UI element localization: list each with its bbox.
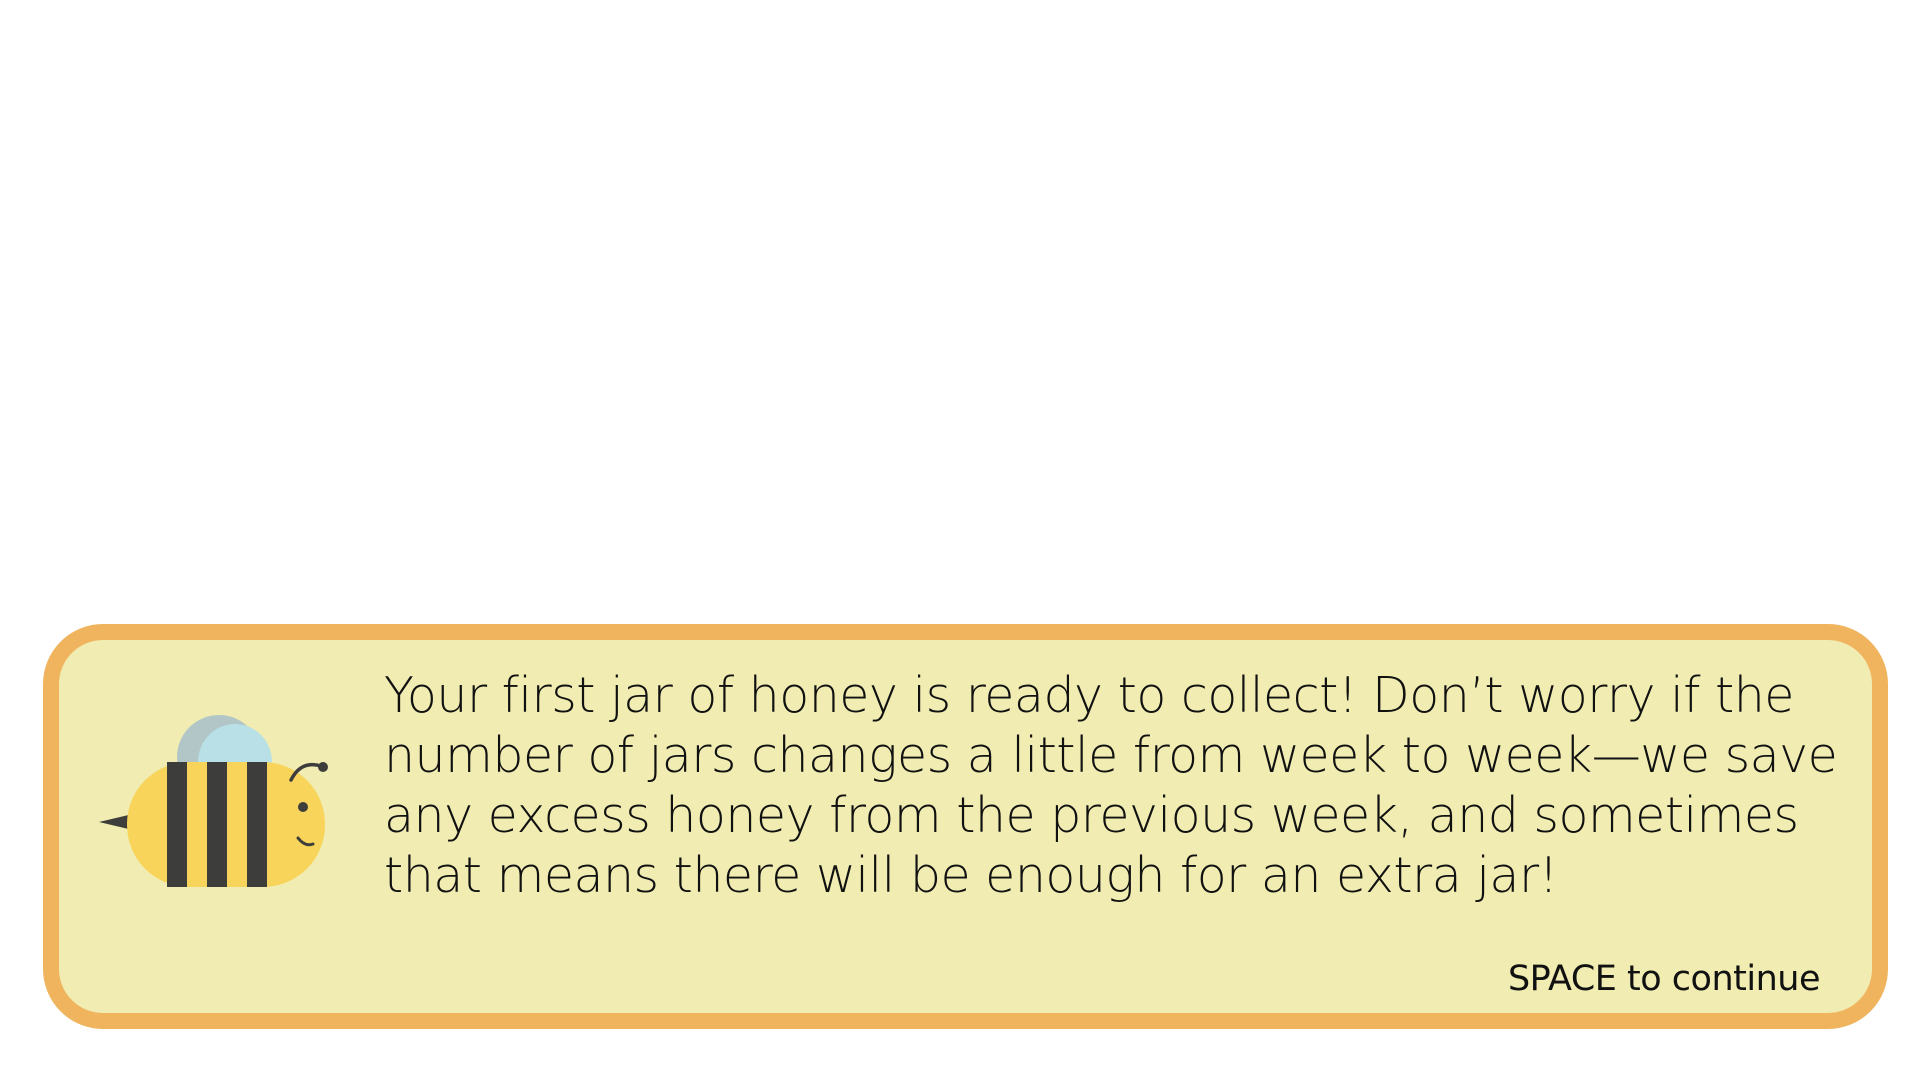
dialog-box[interactable]: Your first jar of honey is ready to coll…	[43, 624, 1888, 1029]
bee-icon	[99, 715, 328, 887]
game-screen: Your first jar of honey is ready to coll…	[0, 0, 1921, 1080]
bee-stripe	[167, 762, 187, 887]
bee-stripe	[247, 762, 267, 887]
bee-eye	[298, 802, 308, 812]
bee-antenna-tip	[318, 762, 328, 772]
continue-hint[interactable]: SPACE to continue	[1508, 959, 1821, 999]
dialog-message: Your first jar of honey is ready to coll…	[384, 667, 1838, 904]
bee-stripe	[207, 762, 227, 887]
